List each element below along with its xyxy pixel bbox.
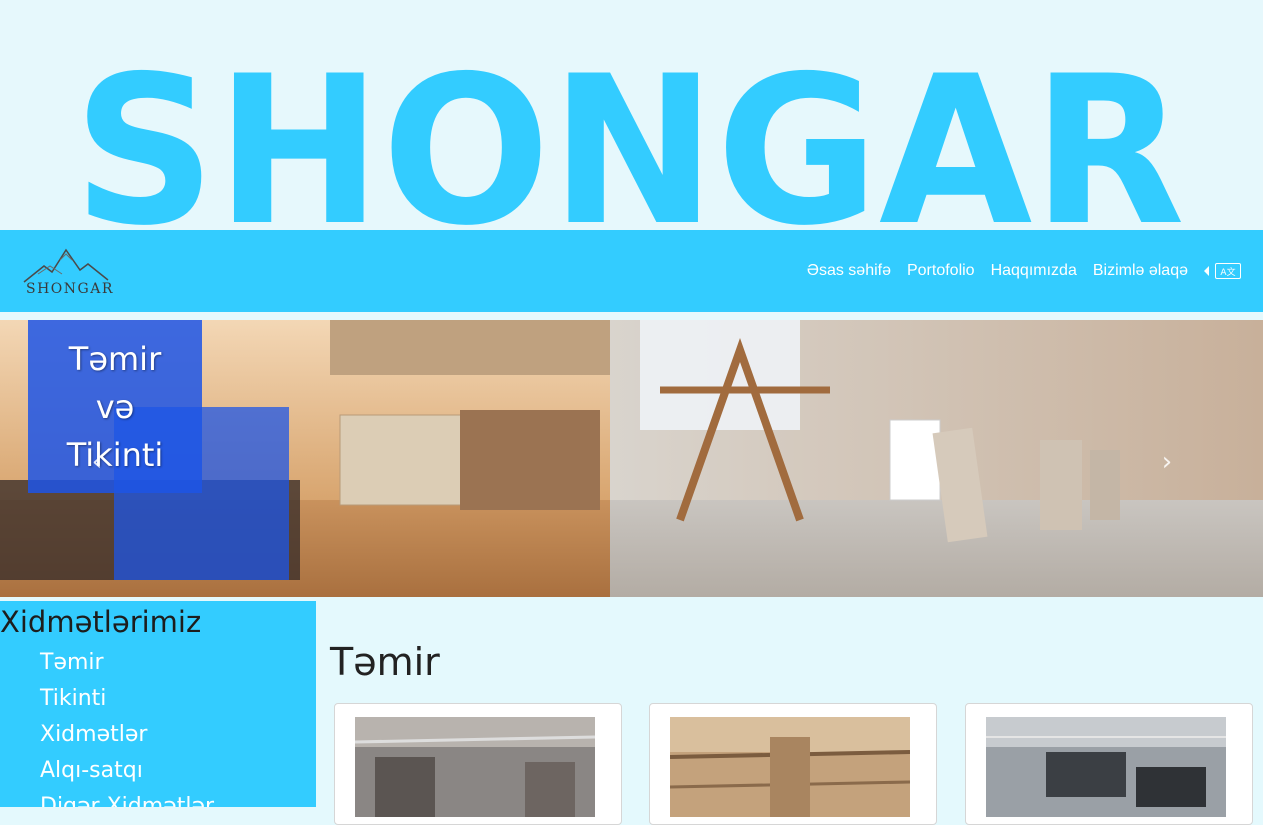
services-list: Təmir Tikinti Xidmətlər Alqı-satqı Digər… bbox=[0, 645, 316, 807]
hero-carousel: Təmir və Tikinti ‹ › bbox=[0, 320, 1263, 597]
sidebar-item-trade[interactable]: Alqı-satqı bbox=[40, 753, 316, 789]
page-title: Təmir bbox=[330, 640, 440, 684]
nav-link-home[interactable]: Əsas səhifə bbox=[807, 262, 891, 280]
sidebar-item-construction[interactable]: Tikinti bbox=[40, 681, 316, 717]
hero-logo-text: SHONGAR bbox=[73, 33, 1185, 230]
hero-logo-banner: SHONGAR bbox=[0, 0, 1263, 230]
nav-link-portfolio[interactable]: Portofolio bbox=[907, 262, 975, 280]
caption-line-2: və bbox=[95, 387, 135, 426]
sidebar-item-other-services[interactable]: Digər Xidmətlər bbox=[40, 789, 316, 807]
services-sidebar: Xidmətlərimiz Təmir Tikinti Xidmətlər Al… bbox=[0, 601, 316, 807]
sidebar-title: Xidmətlərimiz bbox=[0, 605, 202, 639]
project-image bbox=[355, 717, 595, 817]
nav-links: Əsas səhifə Portofolio Haqqımızda Biziml… bbox=[807, 230, 1241, 312]
sidebar-item-services[interactable]: Xidmətlər bbox=[40, 717, 316, 753]
caption-line-3: Tikinti bbox=[66, 435, 164, 474]
caption-line-1: Təmir bbox=[68, 339, 162, 378]
brand-logo[interactable]: SHONGAR bbox=[22, 244, 112, 300]
mountain-icon bbox=[23, 248, 109, 283]
chevron-left-icon[interactable]: ‹ bbox=[85, 449, 109, 475]
nav-link-contact[interactable]: Bizimlə əlaqə bbox=[1093, 262, 1188, 280]
navbar: SHONGAR Əsas səhifə Portofolio Haqqımızd… bbox=[0, 230, 1263, 312]
project-image bbox=[986, 717, 1226, 817]
brand-text: SHONGAR bbox=[26, 281, 114, 297]
nav-link-about[interactable]: Haqqımızda bbox=[991, 262, 1077, 280]
caret-left-icon bbox=[1204, 266, 1209, 276]
chevron-right-icon[interactable]: › bbox=[1155, 449, 1179, 475]
sidebar-item-repair[interactable]: Təmir bbox=[40, 645, 316, 681]
translate-icon: A文 bbox=[1215, 263, 1241, 279]
carousel-caption: Təmir və Tikinti bbox=[28, 320, 202, 493]
hero-logo: SHONGAR bbox=[73, 33, 1185, 230]
project-image bbox=[670, 717, 910, 817]
language-switcher[interactable]: A文 bbox=[1204, 263, 1241, 279]
